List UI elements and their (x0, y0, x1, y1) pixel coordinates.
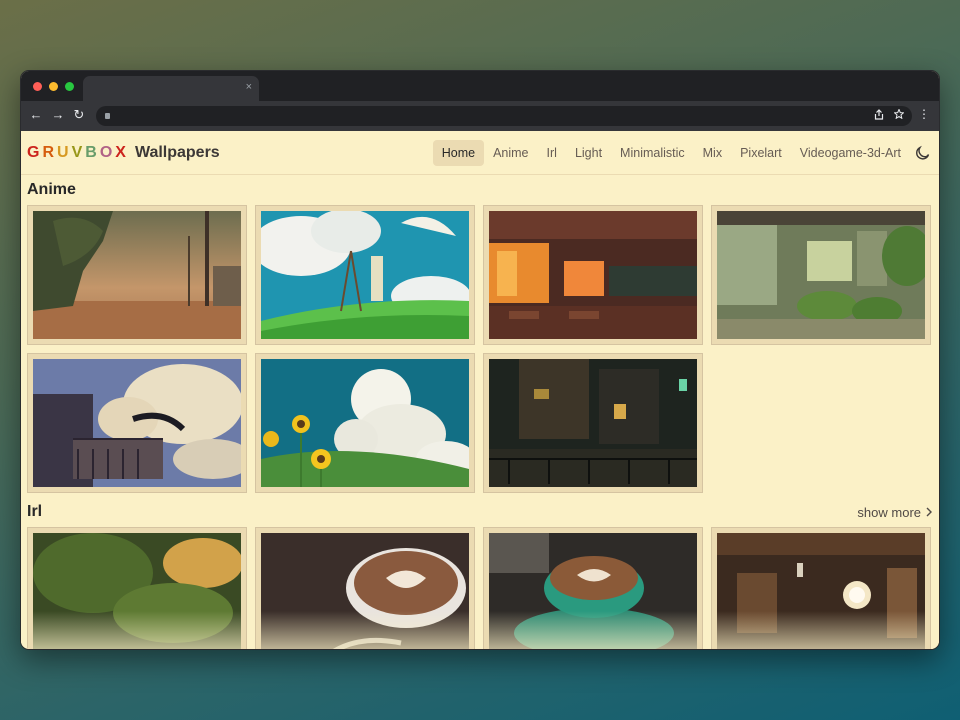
nav-light[interactable]: Light (566, 140, 611, 166)
wallpaper-image (489, 359, 697, 487)
nav-anime[interactable]: Anime (484, 140, 537, 166)
maximize-window-button[interactable] (65, 82, 74, 91)
wallpaper-sunset-classroom[interactable] (483, 205, 703, 345)
page-content: GRUVBOX Wallpapers Home Anime Irl Light … (21, 131, 939, 649)
tab-bar: × (21, 71, 939, 101)
wallpaper-night-street[interactable] (483, 353, 703, 493)
moon-icon (916, 145, 930, 160)
wallpaper-japanese-garden-house[interactable] (711, 205, 931, 345)
nav-pixelart[interactable]: Pixelart (731, 140, 791, 166)
wallpaper-cozy-cafe-interior[interactable] (711, 527, 931, 649)
reload-button[interactable]: ↻ (72, 107, 86, 123)
nav-minimalistic[interactable]: Minimalistic (611, 140, 694, 166)
browser-window: × ← → ↻ ⋮ GRUVBOX Wallpapers Home Anime … (20, 70, 940, 650)
brand-letter: X (115, 143, 129, 161)
wallpaper-image (261, 359, 469, 487)
brand-letter: U (57, 143, 72, 161)
wallpaper-latte-art-cup[interactable] (255, 527, 475, 649)
wallpaper-image (489, 211, 697, 339)
site-logo[interactable]: GRUVBOX Wallpapers (27, 144, 220, 162)
wallpaper-image (717, 533, 925, 649)
browser-toolbar: ← → ↻ ⋮ (21, 101, 939, 131)
browser-tab[interactable]: × (83, 76, 259, 101)
section-irl-title: Irl (27, 503, 43, 520)
brand-letter: G (27, 143, 43, 161)
wallpaper-coffee-cup-saucer[interactable] (483, 527, 703, 649)
wallpaper-forest-sunlight[interactable] (27, 527, 247, 649)
nav-mix[interactable]: Mix (694, 140, 731, 166)
anime-grid (21, 205, 939, 345)
tab-close-icon[interactable]: × (246, 81, 252, 93)
back-button[interactable]: ← (29, 107, 43, 122)
minimize-window-button[interactable] (49, 82, 58, 91)
wallpaper-dirt-road-sunset[interactable] (27, 205, 247, 345)
section-anime-title: Anime (27, 181, 76, 198)
chevron-right-icon (926, 507, 932, 517)
wallpaper-image (33, 211, 241, 339)
section-anime-header: Anime (21, 175, 939, 205)
forward-button[interactable]: → (51, 107, 65, 122)
wallpaper-image (33, 359, 241, 487)
show-more-link[interactable]: show more (857, 505, 933, 520)
nav-home[interactable]: Home (432, 139, 485, 166)
section-irl-header: Irl show more (21, 497, 939, 527)
wallpaper-image (717, 211, 925, 339)
wallpaper-image (261, 211, 469, 339)
share-icon[interactable] (874, 109, 884, 120)
wallpaper-girl-flying-clouds[interactable] (27, 353, 247, 493)
lock-icon (105, 113, 110, 119)
brand-letter: B (85, 143, 100, 161)
wallpaper-image (33, 533, 241, 649)
brand-letter: V (71, 143, 86, 161)
brand-letter: O (99, 143, 116, 161)
theme-toggle-button[interactable] (913, 143, 933, 163)
anime-grid-row-2 (21, 353, 939, 493)
brand-letter: R (42, 143, 58, 161)
wallpaper-girl-painting-umbrella[interactable] (255, 205, 475, 345)
show-more-label: show more (857, 504, 921, 520)
site-header: GRUVBOX Wallpapers Home Anime Irl Light … (21, 131, 939, 175)
brand-wallpapers: Wallpapers (134, 143, 220, 161)
nav-videogame-3d-art[interactable]: Videogame-3d-Art (791, 140, 910, 166)
browser-menu-icon[interactable]: ⋮ (918, 107, 930, 121)
nav-irl[interactable]: Irl (538, 140, 566, 166)
window-controls (33, 82, 74, 91)
wallpaper-sunflowers-clouds[interactable] (255, 353, 475, 493)
brand-gruvbox: GRUVBOX (27, 144, 129, 162)
main-nav: Home Anime Irl Light Minimalistic Mix Pi… (432, 139, 933, 166)
irl-grid (21, 527, 939, 649)
bookmark-star-icon[interactable] (894, 109, 904, 119)
address-bar[interactable] (96, 106, 912, 126)
wallpaper-image (489, 533, 697, 649)
close-window-button[interactable] (33, 82, 42, 91)
wallpaper-image (261, 533, 469, 649)
